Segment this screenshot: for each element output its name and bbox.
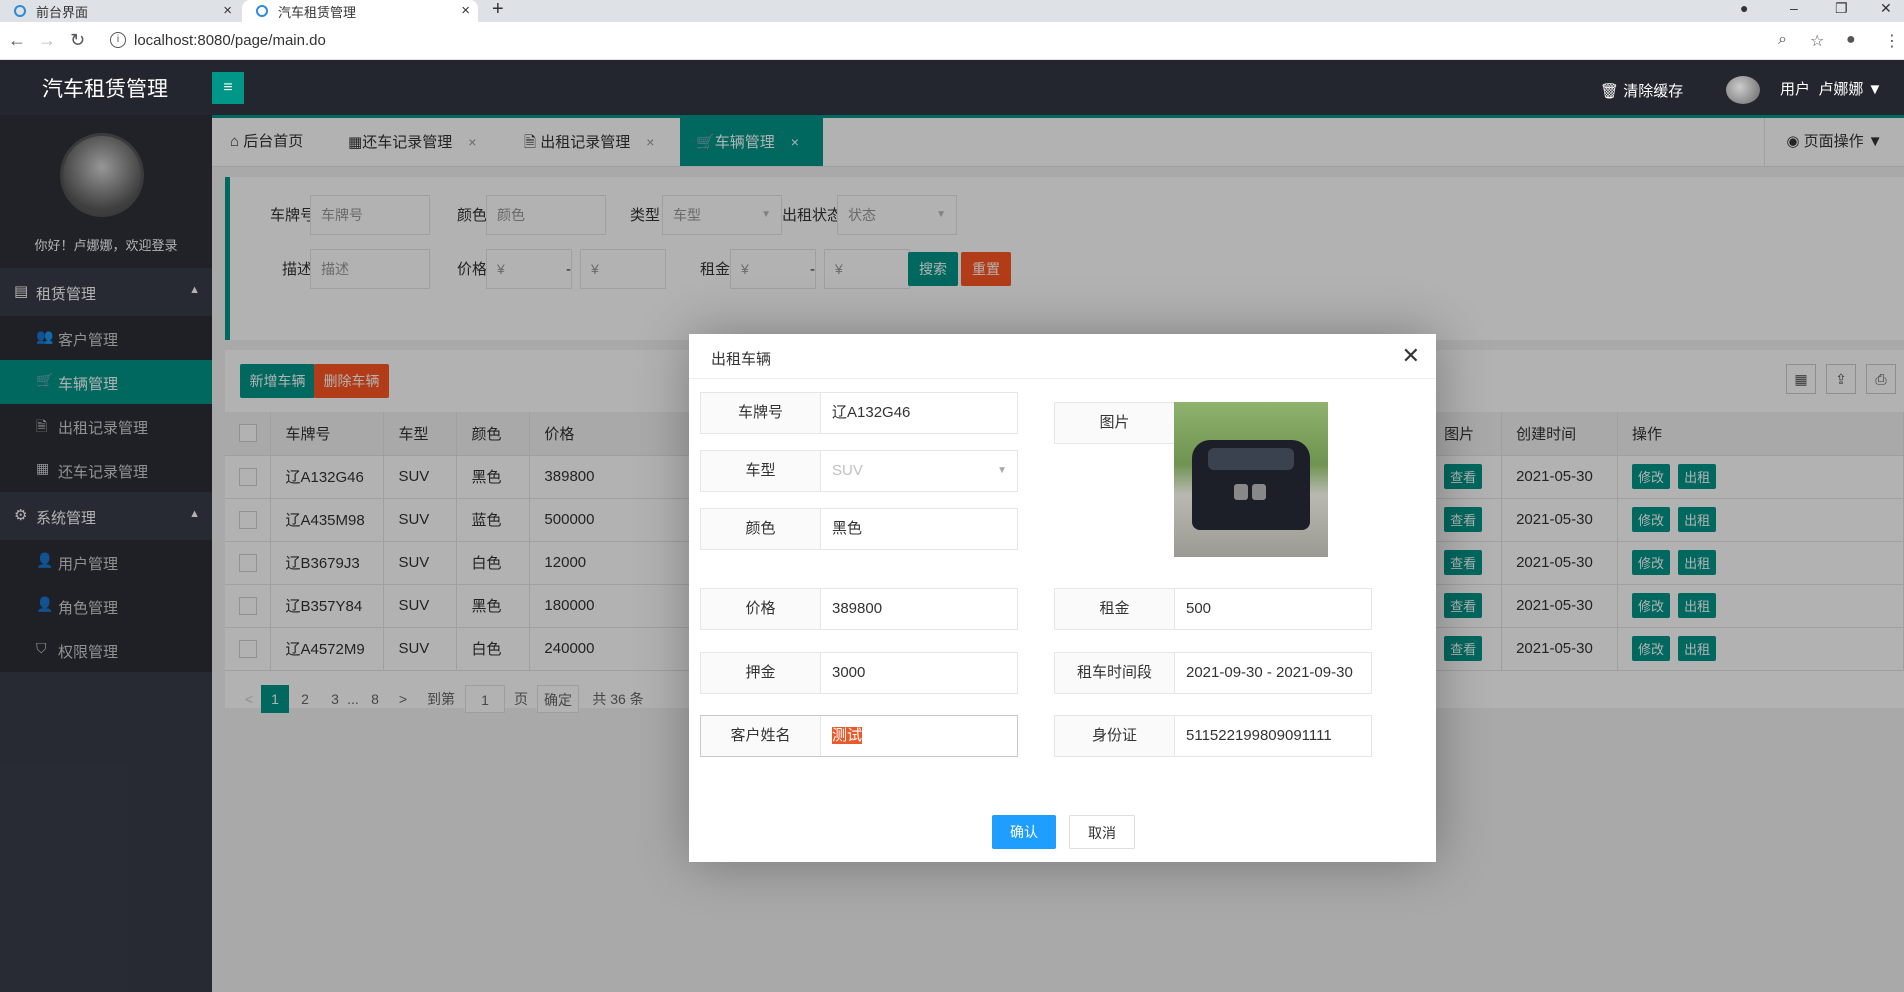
field-label: 租金 — [1055, 589, 1175, 629]
more-icon[interactable]: ⋮ — [1884, 31, 1900, 51]
rent-vehicle-dialog: 出租车辆 ✕ 车牌号 辽A132G46 车型 SUV ▼ 颜色 黑色 图片 价格… — [689, 334, 1436, 862]
plate-field: 车牌号 辽A132G46 — [700, 392, 1018, 434]
menu-toggle-button[interactable]: ≡ — [212, 72, 244, 104]
deposit-input[interactable]: 3000 — [832, 653, 865, 693]
customer-name-input[interactable]: 测试 — [832, 716, 863, 756]
favicon-icon — [14, 5, 26, 17]
selected-text: 测试 — [832, 727, 863, 744]
trash-icon: 🗑 — [1600, 83, 1624, 100]
browser-tab-title: 前台界面 — [36, 4, 89, 20]
close-tab-icon[interactable]: × — [461, 2, 470, 19]
deposit-field: 押金 3000 — [700, 652, 1018, 694]
car-grille — [1234, 484, 1248, 500]
vehicle-photo — [1174, 402, 1328, 557]
chevron-down-icon: ▼ — [997, 465, 1007, 476]
favicon-icon — [256, 5, 268, 17]
field-label: 客户姓名 — [701, 716, 821, 756]
user-name: 卢娜娜 — [1818, 81, 1864, 98]
avatar[interactable] — [1726, 76, 1760, 104]
image-field: 图片 — [1054, 402, 1175, 444]
field-label: 车牌号 — [701, 393, 821, 433]
url-text[interactable]: localhost:8080/page/main.do — [134, 32, 326, 49]
id-card-input[interactable]: 511522199809091111 — [1186, 716, 1332, 756]
confirm-button[interactable]: 确认 — [992, 815, 1056, 849]
new-tab-button[interactable]: + — [492, 0, 504, 21]
type-field: 车型 SUV ▼ — [700, 450, 1018, 492]
field-label: 价格 — [701, 589, 821, 629]
back-icon[interactable]: ← — [8, 30, 26, 51]
field-label: 车型 — [701, 451, 821, 491]
account-icon[interactable]: ● — [1846, 31, 1856, 49]
field-label: 图片 — [1055, 403, 1175, 443]
address-bar: ← → ↻ i localhost:8080/page/main.do ⌕ ☆ … — [0, 22, 1904, 60]
type-select[interactable]: SUV — [832, 451, 863, 491]
customer-name-field: 客户姓名 测试 — [700, 715, 1018, 757]
cancel-button[interactable]: 取消 — [1069, 815, 1135, 849]
info-icon[interactable]: i — [110, 32, 126, 48]
id-card-field: 身份证 511522199809091111 — [1054, 715, 1372, 757]
color-input[interactable]: 黑色 — [832, 509, 862, 549]
price-field: 价格 389800 — [700, 588, 1018, 630]
user-label: 用户 — [1780, 81, 1811, 98]
browser-tab[interactable]: 前台界面 × — [0, 0, 240, 22]
rent-input[interactable]: 500 — [1186, 589, 1211, 629]
close-icon[interactable]: ✕ — [1402, 343, 1420, 369]
dialog-title: 出租车辆 — [711, 351, 772, 368]
restore-icon[interactable]: ❐ — [1835, 0, 1848, 17]
clear-cache-label: 清除缓存 — [1623, 83, 1684, 100]
clear-cache-button[interactable]: 🗑 清除缓存 — [1600, 80, 1683, 101]
car-grille — [1252, 484, 1266, 500]
browser-tabbar: 前台界面 × 汽车租赁管理 × + ● – ❐ ✕ — [0, 0, 1904, 22]
field-label: 租车时间段 — [1055, 653, 1175, 693]
browser-tab-title: 汽车租赁管理 — [278, 4, 357, 20]
forward-icon[interactable]: → — [38, 30, 56, 51]
close-window-icon[interactable]: ✕ — [1880, 0, 1892, 17]
color-field: 颜色 黑色 — [700, 508, 1018, 550]
caret-down-icon: ▼ — [1867, 81, 1883, 98]
profile-dropdown-icon[interactable]: ● — [1740, 0, 1748, 16]
minimize-icon[interactable]: – — [1790, 0, 1798, 16]
rent-field: 租金 500 — [1054, 588, 1372, 630]
zoom-icon[interactable]: ⌕ — [1778, 31, 1787, 49]
rental-period-input[interactable]: 2021-09-30 - 2021-09-30 — [1186, 653, 1353, 693]
user-menu[interactable]: 用户 卢娜娜 ▼ — [1780, 78, 1882, 99]
field-label: 押金 — [701, 653, 821, 693]
rental-period-field: 租车时间段 2021-09-30 - 2021-09-30 — [1054, 652, 1372, 694]
bookmark-star-icon[interactable]: ☆ — [1810, 31, 1824, 51]
close-tab-icon[interactable]: × — [223, 2, 232, 19]
plate-input[interactable]: 辽A132G46 — [832, 393, 910, 433]
browser-tab-active[interactable]: 汽车租赁管理 × — [242, 0, 478, 22]
app-header: 汽车租赁管理 ≡ 🗑 清除缓存 用户 卢娜娜 ▼ — [0, 60, 1904, 115]
car-windshield — [1208, 448, 1294, 470]
dialog-header: 出租车辆 ✕ — [689, 334, 1436, 379]
price-input[interactable]: 389800 — [832, 589, 882, 629]
reload-icon[interactable]: ↻ — [70, 30, 85, 51]
field-label: 颜色 — [701, 509, 821, 549]
field-label: 身份证 — [1055, 716, 1175, 756]
app-title: 汽车租赁管理 — [42, 78, 168, 101]
